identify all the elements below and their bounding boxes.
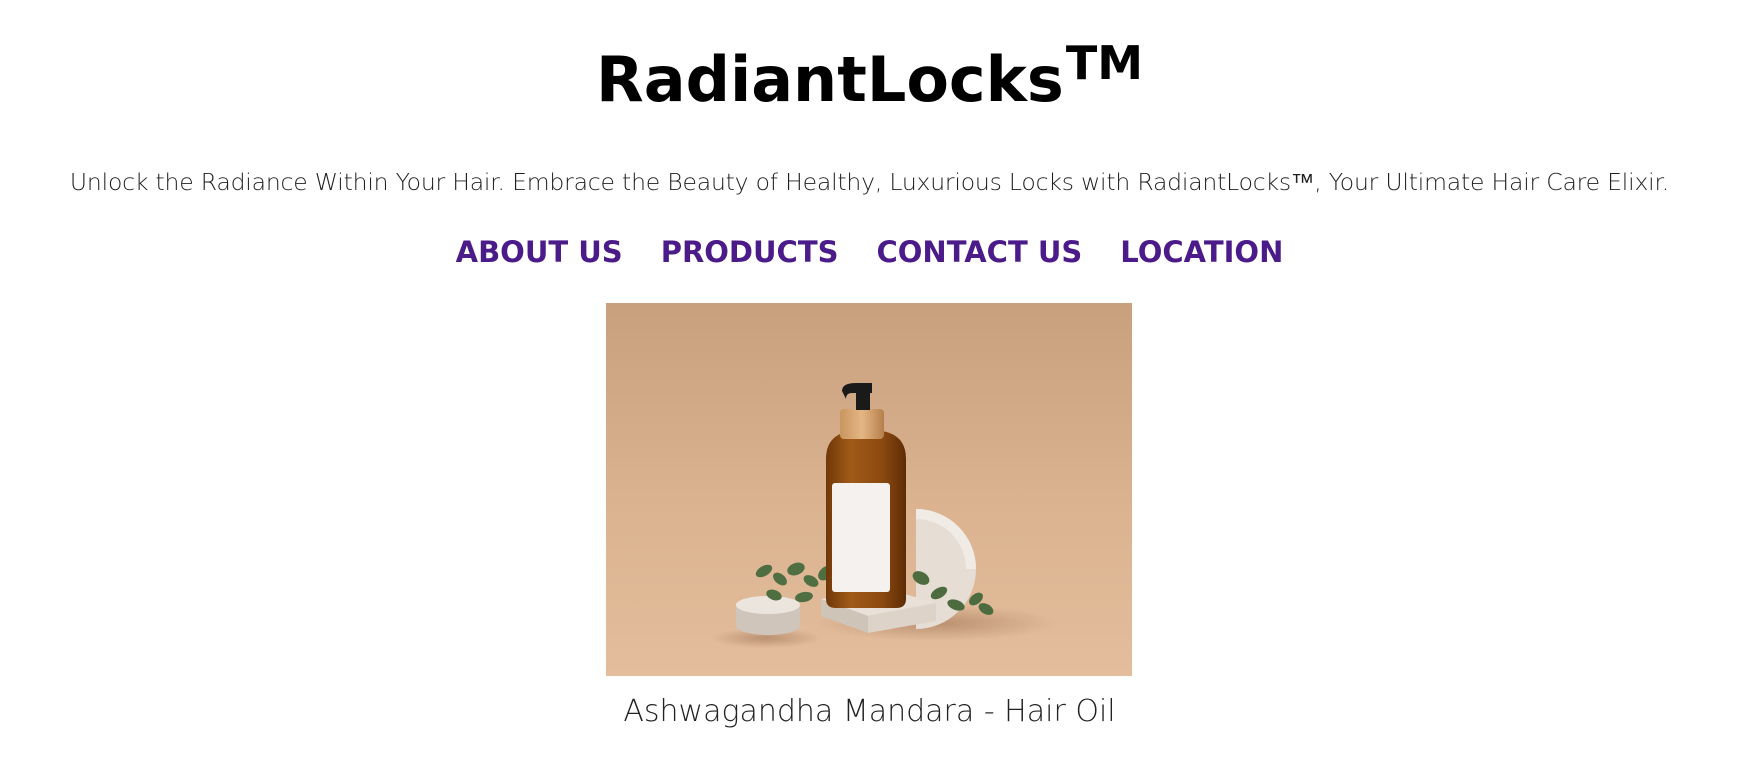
nav-products[interactable]: PRODUCTS bbox=[661, 232, 839, 272]
nav-location[interactable]: LOCATION bbox=[1120, 232, 1283, 272]
brand-trademark: TM bbox=[1065, 36, 1143, 90]
brand-name: RadiantLocks bbox=[596, 43, 1064, 116]
main-navigation: ABOUT US PRODUCTS CONTACT US LOCATION bbox=[0, 232, 1739, 272]
nav-contact-us[interactable]: CONTACT US bbox=[877, 232, 1083, 272]
tagline: Unlock the Radiance Within Your Hair. Em… bbox=[69, 168, 1670, 196]
product-caption[interactable]: Ashwagandha Mandara - Hair Oil bbox=[0, 692, 1739, 732]
product-image[interactable] bbox=[606, 303, 1132, 676]
hair-oil-bottle-photo bbox=[606, 303, 1132, 676]
brand-title: RadiantLocksTM bbox=[0, 36, 1739, 125]
nav-about-us[interactable]: ABOUT US bbox=[456, 232, 623, 272]
